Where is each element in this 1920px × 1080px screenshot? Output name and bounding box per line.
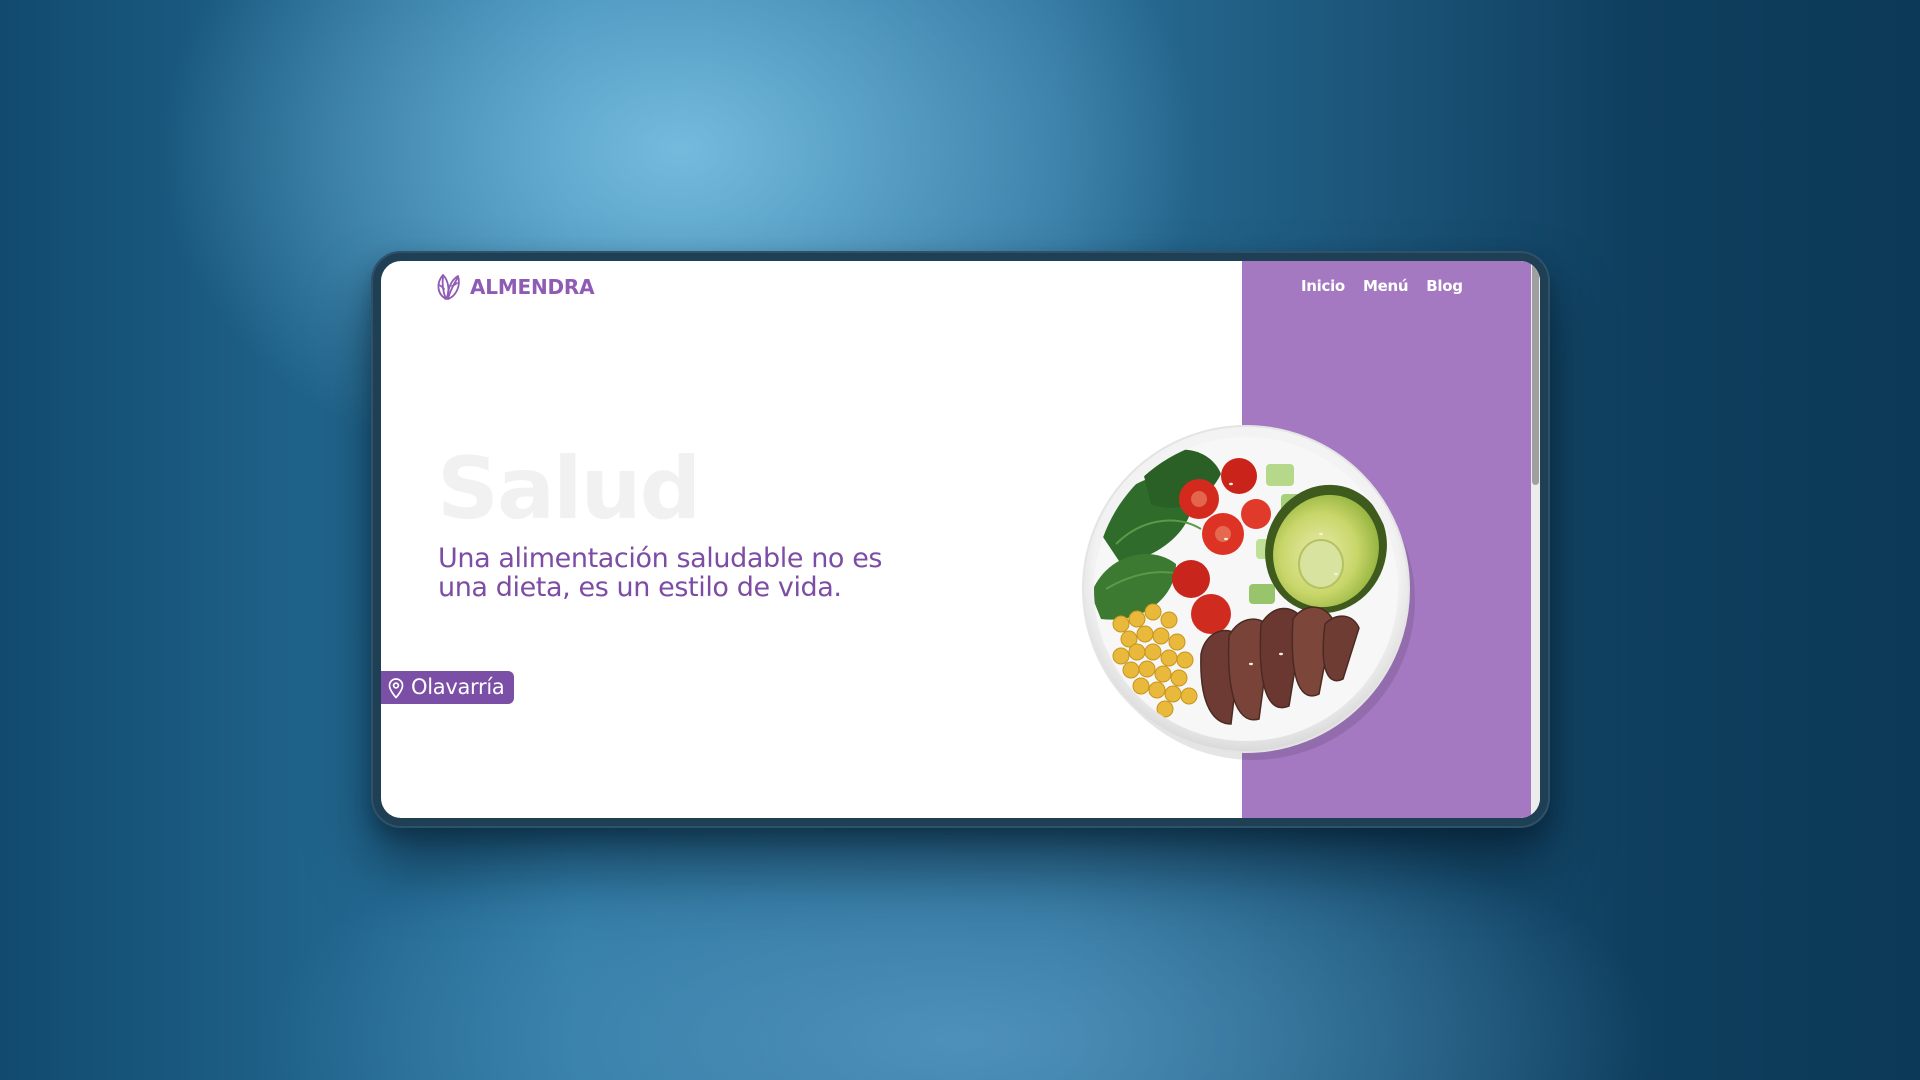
nav-link-inicio[interactable]: Inicio xyxy=(1301,275,1345,297)
almond-leaf-icon xyxy=(437,274,460,300)
map-pin-icon xyxy=(388,677,404,698)
device-frame: ALMENDRA Inicio Menú Blog Salud Una alim… xyxy=(371,251,1550,828)
nav-link-menu[interactable]: Menú xyxy=(1363,275,1409,297)
hero-title: Salud xyxy=(437,439,701,539)
page-scrollbar[interactable] xyxy=(1531,261,1540,818)
brand-logo-link[interactable]: ALMENDRA xyxy=(432,272,595,302)
scrollbar-thumb[interactable] xyxy=(1532,263,1539,485)
salad-bowl-image xyxy=(1082,425,1415,760)
brand-name: ALMENDRA xyxy=(470,275,595,299)
location-badge: Olavarría xyxy=(381,671,515,704)
nav-link-blog[interactable]: Blog xyxy=(1426,275,1463,297)
hero-subtitle: Una alimentación saludable no es una die… xyxy=(438,543,883,603)
location-text: Olavarría xyxy=(411,675,505,699)
main-nav: Inicio Menú Blog xyxy=(1301,275,1463,297)
browser-viewport: ALMENDRA Inicio Menú Blog Salud Una alim… xyxy=(381,261,1540,818)
